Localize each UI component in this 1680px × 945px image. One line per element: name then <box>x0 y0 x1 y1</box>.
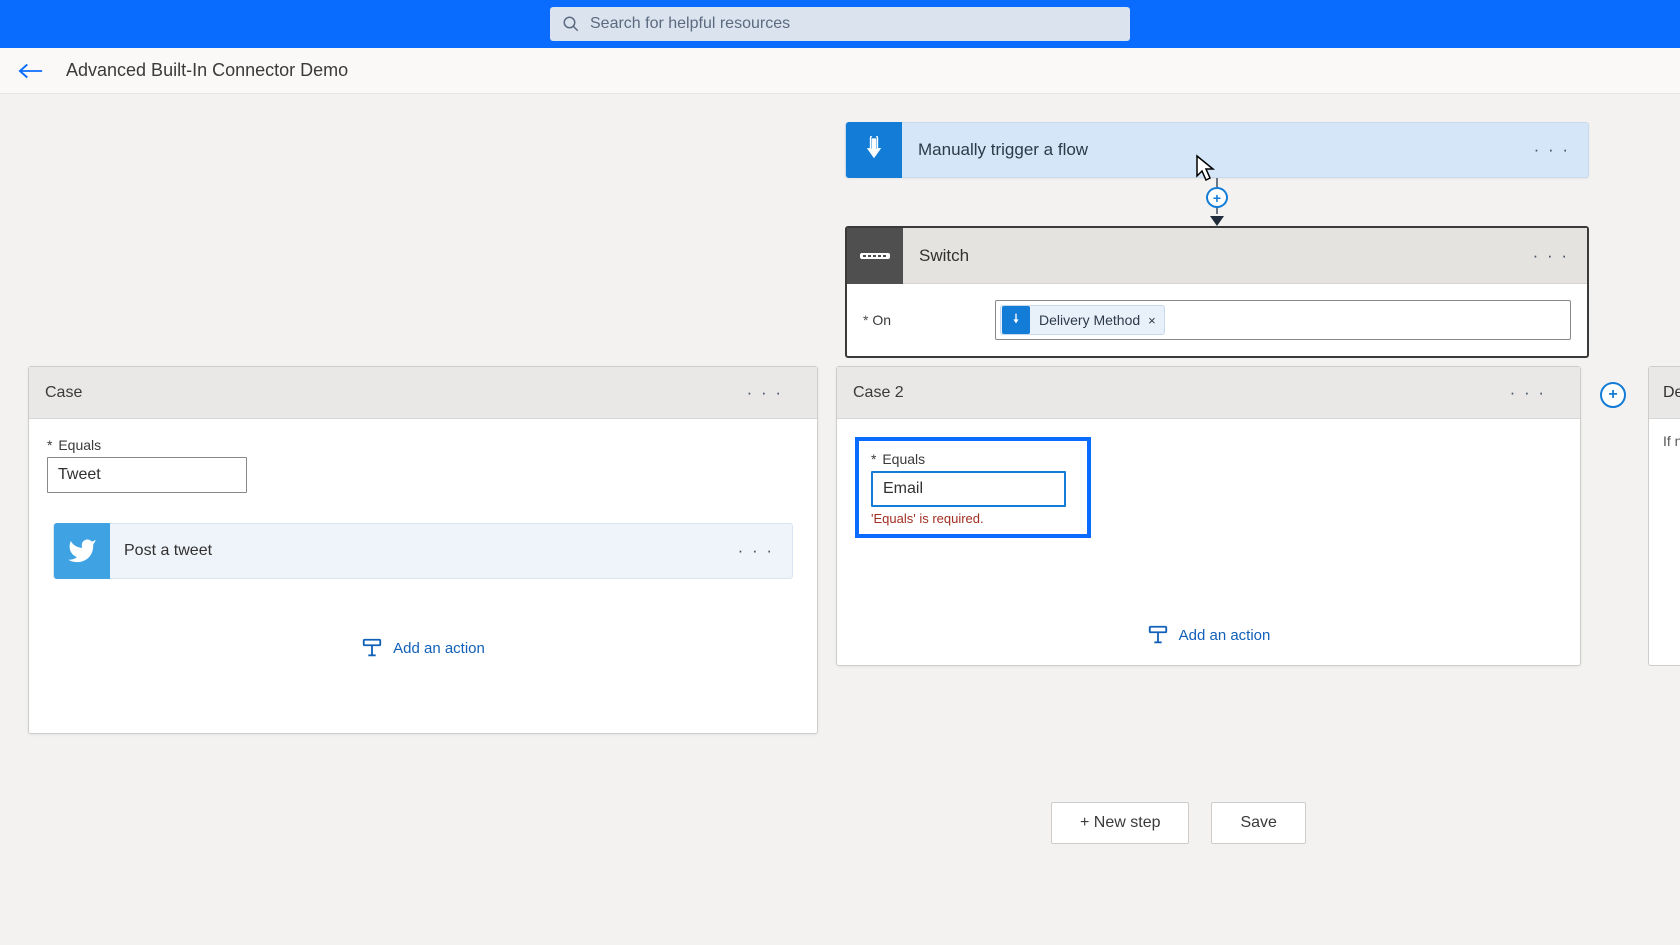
add-case-button[interactable]: + <box>1600 382 1626 408</box>
case2-equals-label: * Equals <box>871 451 1075 467</box>
case1-add-action-label: Add an action <box>393 640 485 657</box>
arrow-down-icon <box>1210 216 1224 226</box>
page-title: Advanced Built-In Connector Demo <box>66 60 348 81</box>
insert-step-button[interactable]: + <box>1206 187 1228 208</box>
switch-header: Switch · · · <box>847 228 1587 284</box>
case1-header: Case · · · <box>29 367 817 419</box>
case2-add-action-label: Add an action <box>1179 627 1271 644</box>
trigger-menu-icon[interactable]: · · · <box>1534 140 1588 160</box>
switch-card[interactable]: Switch · · · * On Delivery Method × <box>845 226 1589 358</box>
switch-menu-icon[interactable]: · · · <box>1533 246 1587 266</box>
token-text: Delivery Method <box>1039 312 1140 328</box>
case2-header: Case 2 · · · <box>837 367 1580 419</box>
token-remove-icon[interactable]: × <box>1148 313 1156 328</box>
case2-add-action-button[interactable]: Add an action <box>855 624 1562 646</box>
flow-canvas: Manually trigger a flow · · · + Switch ·… <box>0 94 1680 945</box>
breadcrumb-row: Advanced Built-In Connector Demo <box>0 48 1680 94</box>
manual-trigger-icon <box>846 122 902 178</box>
default-body-text: If no <box>1649 419 1680 463</box>
default-title: Default <box>1649 367 1680 419</box>
case1-add-action-button[interactable]: Add an action <box>47 637 799 659</box>
case1-equals-input[interactable] <box>47 457 247 493</box>
back-arrow-icon[interactable] <box>18 61 44 81</box>
dynamic-token-delivery-method[interactable]: Delivery Method × <box>1000 305 1165 335</box>
connector-arrow: + <box>1212 178 1222 226</box>
default-case-card[interactable]: Default If no <box>1648 366 1680 666</box>
flow-token-icon <box>1002 306 1030 334</box>
top-bar: Search for helpful resources <box>0 0 1680 48</box>
add-action-icon <box>361 637 383 659</box>
case1-equals-label: * Equals <box>47 437 799 453</box>
case2-equals-highlight: * Equals 'Equals' is required. <box>855 437 1091 538</box>
trigger-title: Manually trigger a flow <box>902 140 1534 160</box>
case-card-1[interactable]: Case · · · * Equals Post a tweet · · · A… <box>28 366 818 734</box>
case2-menu-icon[interactable]: · · · <box>1510 383 1564 403</box>
search-icon <box>562 15 580 33</box>
bottom-button-row: + New step Save <box>1051 802 1306 844</box>
case1-title: Case <box>45 384 82 402</box>
switch-body: * On Delivery Method × <box>847 284 1587 356</box>
twitter-icon <box>54 523 110 579</box>
search-box[interactable]: Search for helpful resources <box>550 7 1130 41</box>
case2-equals-input[interactable] <box>871 471 1066 507</box>
action-menu-icon[interactable]: · · · <box>738 541 792 561</box>
trigger-card[interactable]: Manually trigger a flow · · · <box>845 122 1589 178</box>
save-button[interactable]: Save <box>1211 802 1305 844</box>
case-card-2[interactable]: Case 2 · · · * Equals 'Equals' is requir… <box>836 366 1581 666</box>
case2-title: Case 2 <box>853 384 904 402</box>
case2-error-text: 'Equals' is required. <box>871 511 1075 526</box>
new-step-button[interactable]: + New step <box>1051 802 1189 844</box>
switch-title: Switch <box>903 246 1533 266</box>
search-placeholder: Search for helpful resources <box>590 15 790 33</box>
add-action-icon <box>1147 624 1169 646</box>
action-title: Post a tweet <box>110 542 738 560</box>
case1-menu-icon[interactable]: · · · <box>747 383 801 403</box>
switch-on-input[interactable]: Delivery Method × <box>995 300 1571 340</box>
post-tweet-action-card[interactable]: Post a tweet · · · <box>53 523 793 579</box>
switch-on-label: * On <box>863 312 983 328</box>
switch-icon <box>847 228 903 284</box>
